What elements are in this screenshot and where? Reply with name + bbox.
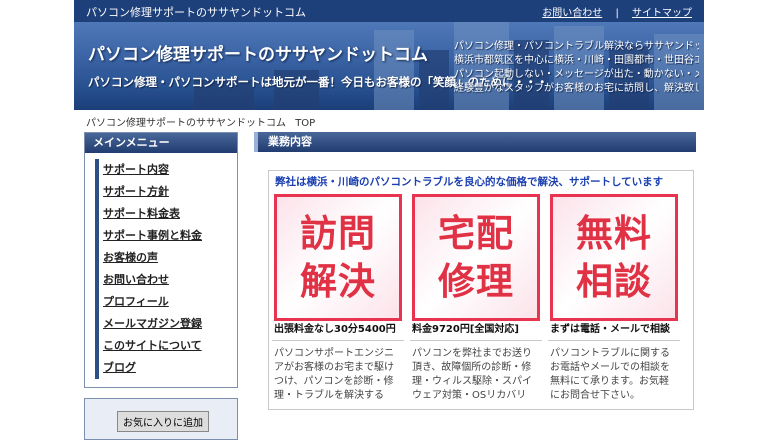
menu-item-testimonials[interactable]: お客様の声 [95, 247, 237, 269]
menu-item-label[interactable]: プロフィール [103, 295, 169, 308]
menu-item-label[interactable]: お問い合わせ [103, 273, 169, 286]
page-wrapper: パソコン修理サポートのササヤンドットコム お問い合わせ | サイトマップ パソコ… [74, 0, 704, 440]
menu-item-label[interactable]: サポート内容 [103, 163, 169, 176]
menu-item-label[interactable]: このサイトについて [103, 339, 202, 352]
main-menu-title: メインメニュー [85, 133, 237, 153]
section-title: 業務内容 [254, 132, 696, 152]
tile-text: 解決 [300, 259, 376, 303]
menu-item-about-site[interactable]: このサイトについて [95, 335, 237, 357]
menu-item-support-content[interactable]: サポート内容 [95, 159, 237, 181]
banner-title: パソコン修理サポートのササヤンドットコム [88, 45, 428, 65]
tile-text: 相談 [576, 259, 652, 303]
menu-item-newsletter[interactable]: メールマガジン登録 [95, 313, 237, 335]
tile-text: 宅配 [438, 211, 514, 255]
sidebar: メインメニュー サポート内容 サポート方針 サポート料金表 サポート事例と料金 … [84, 132, 238, 440]
service-free-consult: 無料 相談 まずは電話・メールで相談 パソコントラブルに関するお電話やメールでの… [548, 194, 680, 409]
service-visit: 訪問 解決 出張料金なし30分5400円 パソコンサポートエンジニアがお客様のお… [272, 194, 404, 409]
banner-description: パソコン修理・パソコントラブル解決ならササヤンドットコム 横浜市都筑区を中心に横… [454, 40, 699, 96]
service-delivery: 宅配 修理 料金9720円[全国対応] パソコンを弊社までお送り頂き、故障個所の… [410, 194, 542, 409]
menu-item-profile[interactable]: プロフィール [95, 291, 237, 313]
top-bar: パソコン修理サポートのササヤンドットコム お問い合わせ | サイトマップ [74, 0, 704, 22]
service-tile-visit[interactable]: 訪問 解決 [274, 194, 402, 321]
service-caption: まずは電話・メールで相談 [548, 321, 680, 341]
breadcrumb: パソコン修理サポートのササヤンドットコム TOP [86, 114, 315, 129]
tile-text: 修理 [438, 259, 514, 303]
menu-item-label[interactable]: お客様の声 [103, 251, 158, 264]
service-columns: 訪問 解決 出張料金なし30分5400円 パソコンサポートエンジニアがお客様のお… [269, 194, 693, 409]
main-menu: メインメニュー サポート内容 サポート方針 サポート料金表 サポート事例と料金 … [84, 132, 238, 388]
banner-desc-line: 経験豊かなスタッフがお客様のお宅に訪問し、解決致します [454, 83, 699, 94]
service-text: パソコンを弊社までお送り頂き、故障個所の診断・修理・ウィルス駆除・スパイウェア対… [412, 348, 532, 401]
header-banner: パソコン修理サポートのササヤンドットコム パソコン修理・パソコンサポートは地元が… [74, 22, 704, 110]
service-tile-delivery[interactable]: 宅配 修理 [412, 194, 540, 321]
service-caption: 料金9720円[全国対応] [410, 321, 542, 341]
link-separator: | [615, 8, 619, 19]
top-site-name: パソコン修理サポートのササヤンドットコム [86, 6, 306, 19]
menu-item-contact[interactable]: お問い合わせ [95, 269, 237, 291]
main-content: 業務内容 弊社は横浜・川崎のパソコントラブルを良心的な価格で解決、サポートしてい… [254, 132, 696, 410]
menu-item-label[interactable]: メールマガジン登録 [103, 317, 202, 330]
breadcrumb-current: TOP [295, 118, 316, 129]
favorite-box: お気に入りに追加 [84, 398, 238, 440]
service-caption: 出張料金なし30分5400円 [272, 321, 404, 341]
service-text: パソコンサポートエンジニアがお客様のお宅まで駆けつけ、パソコンを診断・修理・トラ… [274, 348, 394, 401]
menu-item-label[interactable]: サポート事例と料金 [103, 229, 202, 242]
menu-item-price-list[interactable]: サポート料金表 [95, 203, 237, 225]
menu-item-support-policy[interactable]: サポート方針 [95, 181, 237, 203]
tile-text: 無料 [576, 211, 652, 255]
banner-desc-line: パソコン起動しない・メッセージが出た・動かない・メールが出来ない他 [454, 69, 699, 80]
menu-item-blog[interactable]: ブログ [95, 357, 237, 379]
menu-item-case-studies[interactable]: サポート事例と料金 [95, 225, 237, 247]
banner-desc-line: 横浜市都筑区を中心に横浜・川崎・田園都市・世田谷エリア対応 [454, 55, 699, 66]
service-text: パソコントラブルに関するお電話やメールでの相談を無料にて承ります。お気軽にお問合… [550, 348, 670, 401]
services-intro: 弊社は横浜・川崎のパソコントラブルを良心的な価格で解決、サポートしています [275, 176, 664, 188]
sitemap-link[interactable]: サイトマップ [632, 8, 692, 19]
contact-link[interactable]: お問い合わせ [542, 8, 602, 19]
add-favorite-button[interactable]: お気に入りに追加 [117, 411, 209, 432]
main-menu-list: サポート内容 サポート方針 サポート料金表 サポート事例と料金 お客様の声 お問… [85, 153, 237, 387]
service-tile-free-consult[interactable]: 無料 相談 [550, 194, 678, 321]
services-box: 弊社は横浜・川崎のパソコントラブルを良心的な価格で解決、サポートしています 訪問… [268, 170, 694, 410]
menu-item-label[interactable]: ブログ [103, 361, 136, 374]
top-links: お問い合わせ | サイトマップ [542, 4, 692, 19]
tile-text: 訪問 [300, 211, 376, 255]
banner-desc-line: パソコン修理・パソコントラブル解決ならササヤンドットコム [454, 41, 699, 52]
menu-item-label[interactable]: サポート料金表 [103, 207, 180, 220]
breadcrumb-site-link[interactable]: パソコン修理サポートのササヤンドットコム [86, 118, 286, 129]
menu-item-label[interactable]: サポート方針 [103, 185, 169, 198]
